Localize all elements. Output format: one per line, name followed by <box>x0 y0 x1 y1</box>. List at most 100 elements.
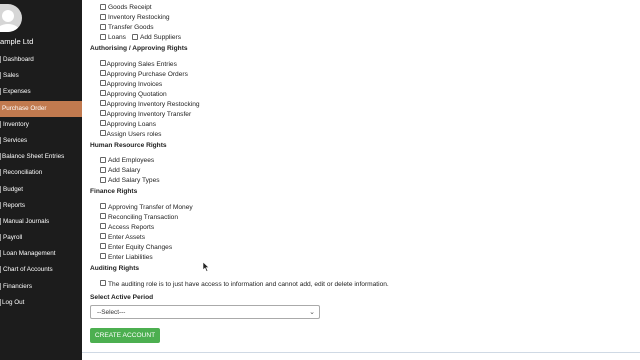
checkbox[interactable] <box>100 203 106 209</box>
sidebar: ample Ltd Dashboard Sales Expenses Purch… <box>0 0 82 360</box>
sidebar-item-purchase-order[interactable]: Purchase Order <box>0 100 82 117</box>
section-title-auditing: Auditing Rights <box>90 265 140 272</box>
sidebar-item-label: Sales <box>3 72 19 80</box>
sidebar-item-label: Budget <box>3 185 23 193</box>
tick-icon <box>0 217 1 225</box>
avatar <box>0 4 22 32</box>
permissions-form: Goods Receipt Inventory Restocking Trans… <box>82 0 640 360</box>
sidebar-item-label: Services <box>3 136 28 144</box>
tick-icon <box>0 169 1 177</box>
tick-icon <box>0 282 1 290</box>
sidebar-item-label: Balance Sheet Entries <box>2 153 65 161</box>
checkbox[interactable] <box>100 176 106 183</box>
permission-row[interactable]: Approving Quotation <box>100 90 167 99</box>
sidebar-item-expenses[interactable]: Expenses <box>0 84 82 100</box>
period-label: Select Active Period <box>90 294 154 301</box>
checkbox[interactable] <box>100 166 106 173</box>
permission-row[interactable]: Approving Transfer of Money <box>100 203 193 212</box>
sidebar-item-dashboard[interactable]: Dashboard <box>0 52 82 68</box>
permission-row[interactable]: Approving Sales Entries <box>100 60 177 69</box>
checkbox[interactable] <box>100 60 106 66</box>
permission-row[interactable]: Approving Inventory Restocking <box>100 100 200 109</box>
sidebar-item-balance-sheet-entries[interactable]: Balance Sheet Entries <box>0 149 82 165</box>
sidebar-item-chart-of-accounts[interactable]: Chart of Accounts <box>0 262 82 278</box>
tick-icon <box>0 72 1 80</box>
sidebar-item-label: Inventory <box>3 120 29 128</box>
permission-row[interactable]: Reconciling Transaction <box>100 213 178 222</box>
checkbox-loans[interactable] <box>100 33 106 40</box>
sidebar-item-label: Financiers <box>3 282 33 290</box>
checkbox[interactable] <box>100 3 106 10</box>
sidebar-item-sales[interactable]: Sales <box>0 68 82 84</box>
sidebar-item-label: Expenses <box>3 88 31 96</box>
permission-row[interactable]: Enter Assets <box>100 233 145 242</box>
section-title-finance: Finance Rights <box>90 188 138 195</box>
section-title-authorising: Authorising / Approving Rights <box>90 45 188 52</box>
checkbox[interactable] <box>100 23 106 30</box>
permission-row[interactable]: Goods Receipt <box>100 3 152 12</box>
tick-icon <box>0 136 1 144</box>
permission-row[interactable]: Approving Invoices <box>100 80 162 89</box>
tick-icon <box>0 120 1 128</box>
checkbox[interactable] <box>100 280 106 286</box>
checkbox[interactable] <box>100 253 106 259</box>
tick-icon <box>0 88 1 96</box>
checkbox[interactable] <box>100 100 106 106</box>
permission-row[interactable]: Approving Loans <box>100 120 156 129</box>
sidebar-item-label: Manual Journals <box>3 217 50 225</box>
sidebar-item-budget[interactable]: Budget <box>0 182 82 198</box>
permission-row[interactable]: Enter Equity Changes <box>100 243 172 252</box>
permission-row[interactable]: Access Reports <box>100 223 154 232</box>
permission-row[interactable]: Enter Liabilities <box>100 253 153 262</box>
permission-row[interactable]: Transfer Goods <box>100 23 154 32</box>
sidebar-item-label: Purchase Order <box>2 104 47 112</box>
sidebar-item-label: Reconciliation <box>3 169 43 177</box>
tick-icon <box>0 250 1 258</box>
permission-row[interactable]: Loans Add Suppliers <box>100 33 181 42</box>
tick-icon <box>0 201 1 209</box>
mouse-cursor-icon <box>202 262 210 272</box>
permission-row[interactable]: Add Salary Types <box>100 176 160 185</box>
sidebar-item-label: Log Out <box>2 298 25 306</box>
checkbox[interactable] <box>100 90 106 96</box>
tick-icon <box>0 56 1 63</box>
tick-icon <box>0 153 1 161</box>
create-account-button[interactable]: CREATE ACCOUNT <box>90 328 160 343</box>
sidebar-item-log-out[interactable]: Log Out <box>0 295 82 311</box>
checkbox[interactable] <box>100 243 106 249</box>
sidebar-item-reconciliation[interactable]: Reconciliation <box>0 165 82 181</box>
sidebar-item-payroll[interactable]: Payroll <box>0 230 82 246</box>
checkbox[interactable] <box>100 156 106 163</box>
sidebar-item-financiers[interactable]: Financiers <box>0 279 82 295</box>
checkbox[interactable] <box>100 213 106 219</box>
sidebar-item-loan-management[interactable]: Loan Management <box>0 246 82 262</box>
sidebar-item-reports[interactable]: Reports <box>0 198 82 214</box>
sidebar-item-manual-journals[interactable]: Manual Journals <box>0 214 82 230</box>
sidebar-item-label: Reports <box>3 201 26 209</box>
checkbox[interactable] <box>100 233 106 239</box>
checkbox-add-suppliers[interactable] <box>131 33 138 40</box>
permission-row[interactable]: Approving Inventory Transfer <box>100 110 191 119</box>
permission-row[interactable]: Inventory Restocking <box>100 13 170 22</box>
checkbox[interactable] <box>100 223 106 229</box>
permission-row[interactable]: Add Employees <box>100 156 154 165</box>
permission-row[interactable]: Approving Purchase Orders <box>100 70 188 79</box>
sidebar-item-inventory[interactable]: Inventory <box>0 117 82 133</box>
checkbox[interactable] <box>100 120 106 126</box>
checkbox[interactable] <box>100 13 106 20</box>
sidebar-item-label: Payroll <box>3 234 23 242</box>
sidebar-item-label: Loan Management <box>3 250 56 258</box>
checkbox[interactable] <box>100 80 106 86</box>
permission-row[interactable]: The auditing role is to just have access… <box>100 280 389 289</box>
section-title-hr: Human Resource Rights <box>90 142 167 149</box>
permission-row[interactable]: Add Salary <box>100 166 140 175</box>
company-name: ample Ltd <box>0 37 34 46</box>
period-select[interactable]: --Select--- ⌄ <box>90 305 320 319</box>
checkbox[interactable] <box>100 130 106 136</box>
sidebar-item-services[interactable]: Services <box>0 133 82 149</box>
divider <box>82 352 640 353</box>
sidebar-nav: Dashboard Sales Expenses Purchase Order … <box>0 52 82 311</box>
permission-row[interactable]: Assign Users roles <box>100 130 161 139</box>
checkbox[interactable] <box>100 70 106 76</box>
checkbox[interactable] <box>100 110 106 116</box>
